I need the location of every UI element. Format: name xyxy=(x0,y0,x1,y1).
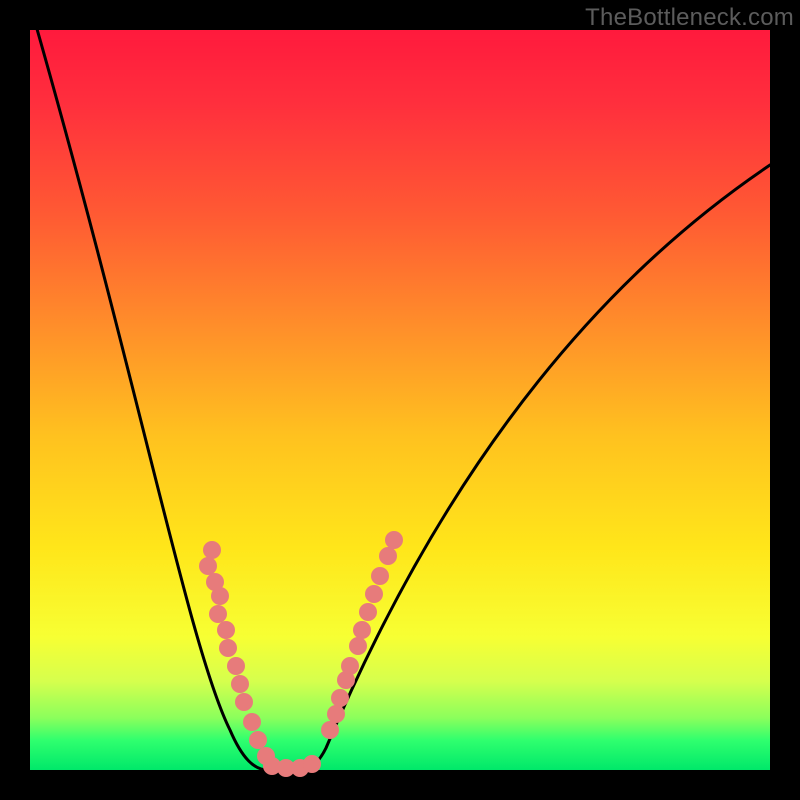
bottleneck-curve xyxy=(35,22,770,770)
scatter-dot xyxy=(331,689,349,707)
scatter-dot xyxy=(219,639,237,657)
watermark-text: TheBottleneck.com xyxy=(585,4,794,32)
scatter-dots xyxy=(199,531,403,777)
scatter-dot xyxy=(203,541,221,559)
scatter-dot xyxy=(385,531,403,549)
scatter-dot xyxy=(231,675,249,693)
gradient-plot-area xyxy=(30,30,770,770)
scatter-dot xyxy=(199,557,217,575)
scatter-dot xyxy=(327,705,345,723)
scatter-dot xyxy=(249,731,267,749)
scatter-dot xyxy=(209,605,227,623)
scatter-dot xyxy=(379,547,397,565)
scatter-dot xyxy=(321,721,339,739)
scatter-dot xyxy=(353,621,371,639)
scatter-dot xyxy=(349,637,367,655)
scatter-dot xyxy=(303,755,321,773)
scatter-dot xyxy=(359,603,377,621)
outer-frame: TheBottleneck.com xyxy=(0,0,800,800)
scatter-dot xyxy=(243,713,261,731)
scatter-dot xyxy=(235,693,253,711)
scatter-dot xyxy=(371,567,389,585)
scatter-dot xyxy=(217,621,235,639)
scatter-dot xyxy=(211,587,229,605)
curve-layer xyxy=(30,30,770,770)
scatter-dot xyxy=(227,657,245,675)
scatter-dot xyxy=(365,585,383,603)
scatter-dot xyxy=(341,657,359,675)
